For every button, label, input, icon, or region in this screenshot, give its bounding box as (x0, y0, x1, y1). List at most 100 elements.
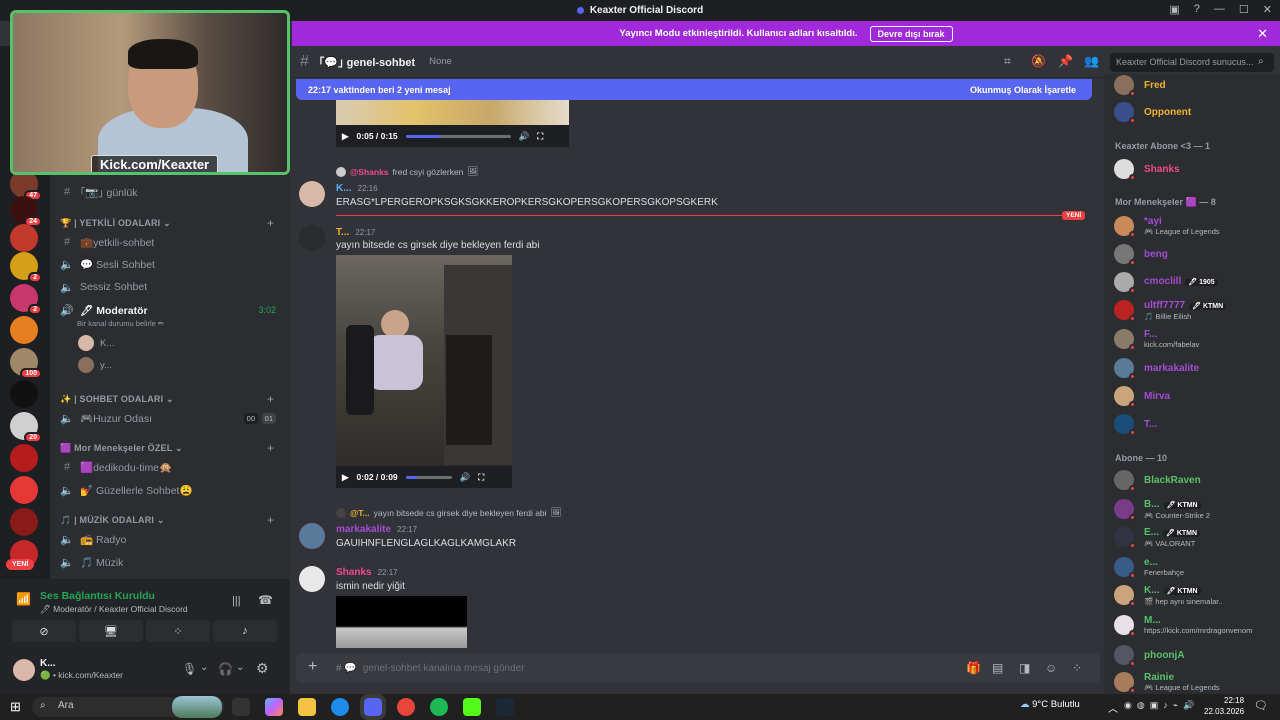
voice-user[interactable]: K... (78, 335, 114, 351)
search-input[interactable]: Keaxter Official Discord sunucus... (1110, 53, 1274, 72)
banner-close-icon[interactable]: ✕ (1257, 26, 1268, 42)
minimize-button[interactable]: — (1214, 3, 1225, 16)
avatar[interactable] (299, 181, 325, 207)
member-item[interactable]: Fred (1111, 73, 1273, 97)
channel-muzik[interactable]: 🔈 🎵 Müzik (56, 552, 282, 572)
member-item[interactable]: E... 🖊 KTMN 🎮 VALORANT (1111, 525, 1273, 549)
screen-share-button[interactable]: 🖥 (79, 620, 143, 642)
member-item[interactable]: Shanks (1111, 157, 1273, 181)
system-tray-icons[interactable]: ◉◍▣♪⌁🔊 (1124, 700, 1199, 711)
chevron-down-icon[interactable]: ⌄ (236, 662, 244, 673)
tray-chevron-icon[interactable]: ︿ (1108, 700, 1118, 715)
add-channel-icon[interactable]: + (267, 216, 274, 230)
avatar[interactable] (299, 523, 325, 549)
reply-preview[interactable]: @T... yayın bitsede cs girsek diye bekle… (336, 507, 561, 518)
new-servers-badge[interactable]: YENİ (6, 559, 35, 570)
taskbar-clock[interactable]: 22:18 22.03.2026 (1204, 695, 1244, 717)
mark-as-read-button[interactable]: Okunmuş Olarak İşaretle (970, 85, 1076, 95)
weather-widget[interactable]: ☁ 9°C Bulutlu (1020, 699, 1080, 710)
channel-sesli-sohbet[interactable]: 🔈 💬 Sesli Sohbet (56, 254, 282, 274)
category-sohbet[interactable]: ✨ | SOHBET ODALARI ⌄ + (60, 392, 274, 406)
member-item[interactable]: e... Fenerbahçe (1111, 555, 1273, 579)
channel-status[interactable]: Bir kanal durumu belirle ✏ (77, 319, 164, 328)
emoji-icon[interactable]: ☺ (1045, 661, 1057, 675)
category-mor-menekseler[interactable]: 🟪 Mor Menekşeler ÖZEL ⌄ + (60, 441, 274, 455)
voice-user[interactable]: y... (78, 357, 112, 373)
sticker-icon[interactable]: ◨ (1019, 661, 1030, 675)
microphone-icon[interactable]: 🎙 (182, 662, 197, 676)
member-item[interactable]: markakalite (1111, 356, 1273, 380)
add-channel-icon[interactable]: + (267, 441, 274, 455)
edge-icon[interactable] (331, 698, 349, 716)
server-icon[interactable] (10, 508, 38, 536)
add-channel-icon[interactable]: + (267, 513, 274, 527)
member-item[interactable]: F... kick.com/fabelav (1111, 327, 1273, 351)
inbox-icon[interactable]: ▣ (1169, 3, 1179, 16)
server-icon[interactable]: 100 (10, 348, 42, 379)
channel-sessiz-sohbet[interactable]: 🔈 Sessiz Sohbet (56, 277, 282, 297)
avatar[interactable] (299, 566, 325, 592)
server-icon[interactable] (10, 444, 38, 472)
fullscreen-icon[interactable]: ⛶ (478, 472, 484, 483)
disable-streamer-mode-button[interactable]: Devre dışı bırak (869, 25, 953, 42)
soundboard-button[interactable]: ♪ (213, 620, 277, 642)
gif-icon[interactable]: ▤ (992, 661, 1003, 675)
gift-icon[interactable]: 🎁 (966, 661, 981, 675)
apps-icon[interactable]: ⁘ (1072, 661, 1082, 675)
member-item[interactable]: M... https://kick.com/mrdragonvenom (1111, 613, 1273, 637)
windows-start-icon[interactable]: ⊞ (10, 699, 21, 715)
server-icon[interactable]: 20 (10, 412, 42, 443)
server-icon[interactable]: 2 (10, 284, 42, 315)
pin-icon[interactable]: 📌 (1058, 54, 1073, 68)
member-item[interactable]: Mirva (1111, 384, 1273, 408)
video-thumbnail[interactable] (336, 255, 512, 467)
activities-button[interactable]: ⁘ (146, 620, 210, 642)
signal-icon[interactable]: 📶 (16, 592, 31, 606)
close-window-button[interactable]: ✕ (1263, 3, 1272, 16)
maximize-button[interactable]: ☐ (1239, 3, 1249, 16)
server-icon[interactable]: 24 (10, 196, 42, 227)
notification-bell-icon[interactable]: 🔕 (1031, 54, 1046, 68)
video-progress[interactable] (405, 134, 511, 138)
member-item[interactable]: ultff7777 🖊 KTMN 🎵 Billie Eilish (1111, 298, 1273, 322)
message-author[interactable]: markakalite 22:17 (336, 524, 417, 535)
discord-taskbar-icon[interactable] (360, 694, 386, 720)
new-messages-bar[interactable]: 22:17 vaktinden beri 2 yeni mesaj Okunmu… (296, 79, 1092, 100)
chrome-icon[interactable] (397, 698, 415, 716)
member-item[interactable]: *ayi 🎮 League of Legends (1111, 214, 1273, 238)
member-item[interactable]: B... 🖊 KTMN 🎮 Counter-Strike 2 (1111, 497, 1273, 521)
volume-icon[interactable]: 🔊 (460, 472, 471, 483)
channel-guzellerle-sohbet[interactable]: 🔈 💅 Güzellerle Sohbet😩 (56, 480, 282, 500)
message-image[interactable] (336, 596, 467, 648)
kick-icon[interactable] (463, 698, 481, 716)
message-author[interactable]: T... 22:17 (336, 227, 375, 238)
play-icon[interactable]: ▶ (342, 131, 349, 142)
category-yetkili[interactable]: 🏆 | YETKİLİ ODALARI ⌄ + (60, 216, 274, 230)
add-channel-icon[interactable]: + (267, 392, 274, 406)
member-item[interactable]: BlackRaven (1111, 468, 1273, 492)
avatar[interactable] (299, 225, 325, 251)
camera-button[interactable]: ⊘ (12, 620, 76, 642)
noise-suppression-icon[interactable]: ||| (232, 595, 241, 607)
video-progress[interactable] (405, 475, 452, 479)
reply-preview[interactable]: @Shanks fred csyi gözlerken 🖼 (336, 166, 478, 177)
member-item[interactable]: K... 🖊 KTMN 🎬 hep aynı sinemalar.. (1111, 583, 1273, 607)
server-icon[interactable] (10, 224, 38, 252)
play-icon[interactable]: ▶ (342, 472, 349, 483)
message-author[interactable]: K... 22:16 (336, 183, 378, 194)
channel-radyo[interactable]: 🔈 📻 Radyo (56, 529, 282, 549)
channel-yetkili-sohbet[interactable]: # 💼yetkili-sohbet (56, 232, 282, 252)
server-icon[interactable] (10, 380, 38, 408)
channel-moderator[interactable]: 🔊 🖊 Moderatör 3:02 (56, 300, 282, 320)
member-list-icon[interactable]: 👥 (1084, 54, 1099, 68)
server-icon[interactable]: 2 (10, 252, 42, 283)
volume-icon[interactable]: 🔊 (519, 131, 530, 142)
settings-gear-icon[interactable]: ⚙ (256, 660, 269, 677)
video-thumbnail[interactable] (336, 100, 569, 126)
channel-gunluk[interactable]: # ｢📷｣ günlük (56, 182, 282, 202)
member-item[interactable]: cmoclill 🖊 1905 (1111, 270, 1273, 294)
channel-huzur-odasi[interactable]: 🔈 🎮Huzur Odası 00 01 (56, 408, 282, 428)
spotify-icon[interactable] (430, 698, 448, 716)
help-icon[interactable]: ? (1194, 3, 1200, 16)
member-item[interactable]: beng (1111, 242, 1273, 266)
